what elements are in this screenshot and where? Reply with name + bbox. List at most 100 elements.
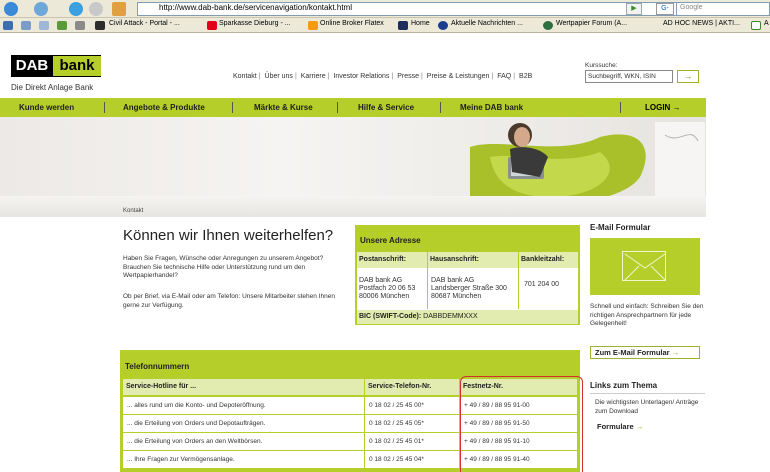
telefon-cell-service: 0 18 02 / 25 45 00*	[365, 397, 459, 414]
top-link-kontakt[interactable]: Kontakt	[233, 73, 257, 80]
go-button[interactable]: ▶	[626, 3, 642, 15]
address-header-blz: Bankleitzahl:	[519, 252, 578, 268]
separator: |	[491, 73, 494, 80]
bookmark-wertpapier-forum[interactable]: Wertpapier Forum (A...	[556, 20, 627, 27]
formulare-link[interactable]: Formulare →	[597, 422, 643, 431]
bookmark-icon[interactable]	[57, 21, 67, 30]
links-divider	[590, 393, 705, 394]
url-text[interactable]: http://www.dab-bank.de/servicenavigation…	[159, 3, 352, 12]
nav-hilfe-service[interactable]: Hilfe & Service	[358, 103, 414, 112]
bookmark-icon[interactable]	[21, 21, 31, 30]
telefon-header-service: Service-Telefon-Nr.	[365, 379, 459, 395]
euro-icon[interactable]	[543, 21, 553, 30]
bookmark-flatex[interactable]: Online Broker Flatex	[320, 20, 384, 27]
sparkasse-icon[interactable]	[207, 21, 217, 30]
tagline: Die Direkt Anlage Bank	[11, 83, 94, 92]
bic-row: BIC (SWIFT-Code): DABBDEMMXXX	[357, 310, 578, 324]
nav-separator	[337, 102, 338, 113]
address-header-haus: Hausanschrift:	[428, 252, 518, 268]
bookmark-icon[interactable]	[39, 21, 49, 30]
bookmark-icon[interactable]	[3, 21, 13, 30]
nav-maerkte-kurse[interactable]: Märkte & Kurse	[254, 103, 313, 112]
search-engine-icon[interactable]: G-	[656, 3, 674, 15]
bookmark-ad-hoc-news[interactable]: AD HOC NEWS | AKTI...	[663, 20, 740, 27]
kurssuche-input[interactable]: Suchbegriff, WKN, ISIN	[585, 70, 673, 83]
nav-separator	[620, 102, 621, 113]
separator: |	[391, 73, 394, 80]
email-formular-title: E-Mail Formular	[590, 223, 651, 232]
bic-value: DABBDEMMXXX	[423, 313, 478, 320]
separator: |	[258, 73, 261, 80]
top-link-preise[interactable]: Preise & Leistungen	[427, 73, 490, 80]
back-icon[interactable]	[4, 2, 18, 16]
home-icon[interactable]	[112, 2, 126, 16]
top-link-presse[interactable]: Presse	[397, 73, 419, 80]
dab-bank-logo[interactable]: DAB bank	[11, 55, 101, 77]
separator: |	[513, 73, 516, 80]
news-icon[interactable]	[438, 21, 448, 30]
address-title: Unsere Adresse	[360, 236, 421, 245]
address-divider	[518, 252, 519, 309]
kurssuche-label: Kurssuche:	[585, 62, 618, 69]
top-link-faq[interactable]: FAQ	[497, 73, 511, 80]
intro-text: Haben Sie Fragen, Wünsche oder Anregunge…	[123, 255, 324, 279]
address-divider	[427, 252, 428, 309]
breadcrumb[interactable]: Kontakt	[123, 208, 143, 214]
bookmark-icon[interactable]	[95, 21, 105, 30]
telefon-cell-service: 0 18 02 / 25 45 04*	[365, 451, 459, 468]
top-link-b2b[interactable]: B2B	[519, 73, 532, 80]
main-navigation	[0, 98, 706, 117]
browser-search-placeholder: Google	[680, 4, 703, 11]
bookmark-civil-attack[interactable]: Civil Attack - Portal - ...	[109, 20, 180, 27]
logo-bank-text: bank	[53, 56, 101, 76]
nav-meine-dab-bank[interactable]: Meine DAB bank	[460, 103, 523, 112]
telefon-cell-topic: ... alles rund um die Konto- und Depoter…	[123, 397, 364, 414]
bookmark-aktuelle-nachrichten[interactable]: Aktuelle Nachrichten ...	[451, 20, 523, 27]
arrow-right-icon: →	[635, 422, 644, 431]
bookmark-sparkasse[interactable]: Sparkasse Dieburg - ...	[219, 20, 291, 27]
links-text: Die wichtigsten Unterlagen/ Anträge zum …	[595, 399, 699, 415]
formulare-link-label: Formulare	[597, 422, 634, 431]
telefon-title: Telefonnummern	[125, 362, 190, 371]
telefon-header-hotline: Service-Hotline für ...	[123, 379, 364, 395]
links-title: Links zum Thema	[590, 381, 658, 390]
envelope-icon	[622, 251, 666, 281]
login-button[interactable]: LOGIN →	[645, 103, 681, 112]
top-link-investor-relations[interactable]: Investor Relations	[333, 73, 389, 80]
dab-icon[interactable]	[398, 21, 408, 30]
separator: |	[421, 73, 423, 80]
bookmark-a[interactable]: A	[764, 20, 769, 27]
kurssuche-button[interactable]: →	[677, 70, 699, 83]
bookmark-home[interactable]: Home	[411, 20, 430, 27]
email-formular-text: Schnell und einfach: Schreiben Sie den r…	[590, 303, 704, 327]
nav-angebote-produkte[interactable]: Angebote & Produkte	[123, 103, 205, 112]
telefon-cell-service: 0 18 02 / 25 45 01*	[365, 433, 459, 450]
nav-separator	[440, 102, 441, 113]
checkbox-icon[interactable]	[751, 21, 761, 30]
top-link-karriere[interactable]: Karriere	[301, 73, 326, 80]
stop-icon[interactable]	[89, 2, 103, 16]
top-link-ueber-uns[interactable]: Über uns	[265, 73, 293, 80]
address-post-line: 80006 München	[359, 293, 410, 300]
separator: |	[294, 73, 297, 80]
nav-separator	[104, 102, 105, 113]
separator: |	[327, 73, 330, 80]
bookmark-icon[interactable]	[75, 21, 85, 30]
telefon-cell-topic: ... Ihre Fragen zur Vermögensanlage.	[123, 451, 364, 468]
bic-label: BIC (SWIFT-Code):	[359, 313, 422, 320]
email-formular-button-label: Zum E-Mail Formular	[595, 348, 670, 357]
flatex-icon[interactable]	[308, 21, 318, 30]
reload-icon[interactable]	[69, 2, 83, 16]
nav-separator	[232, 102, 233, 113]
email-formular-button[interactable]: Zum E-Mail Formular →	[590, 346, 700, 359]
logo-dab-text: DAB	[15, 57, 49, 74]
forward-icon[interactable]	[34, 2, 48, 16]
intro-text-contact: Ob per Brief, via E-Mail oder am Telefon…	[123, 293, 335, 309]
telefon-cell-topic: ... die Erteilung von Orders und Depotau…	[123, 415, 364, 432]
telefon-cell-service: 0 18 02 / 25 45 05*	[365, 415, 459, 432]
top-links: Kontakt | Über uns | Karriere | Investor Re…	[233, 73, 532, 80]
nav-kunde-werden[interactable]: Kunde werden	[19, 103, 74, 112]
address-haus-line: 80687 München	[431, 293, 482, 300]
hero-bottom	[0, 196, 706, 217]
address-blz: 701 204 00	[524, 281, 560, 288]
